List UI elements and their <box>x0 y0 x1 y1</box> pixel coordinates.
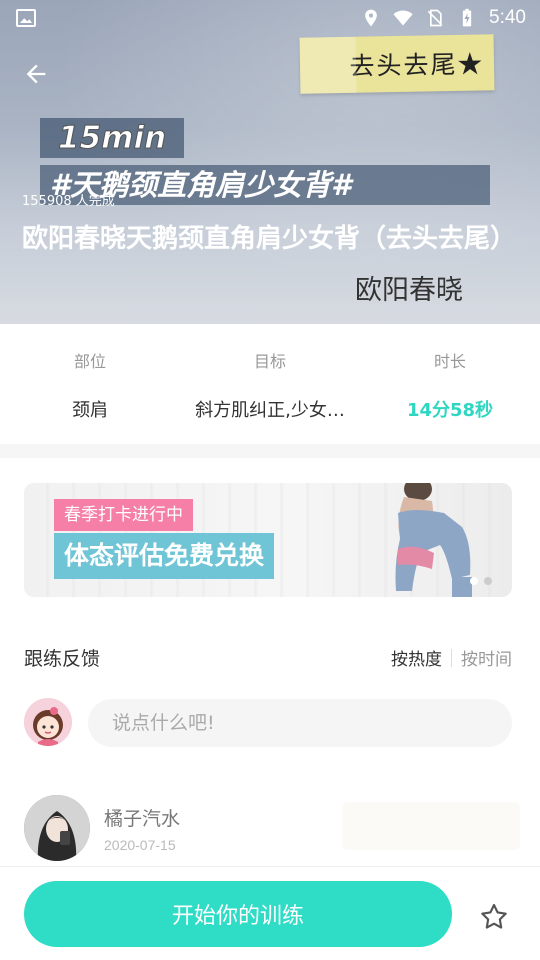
no-sim-icon <box>427 9 443 27</box>
favorite-button[interactable] <box>474 897 514 937</box>
info-label: 时长 <box>433 352 466 371</box>
info-value: 14分58秒 <box>406 400 494 421</box>
carousel-dot <box>470 577 478 585</box>
promo-tag-small: 春季打卡进行中 <box>54 499 193 531</box>
sticky-note-text: 去头去尾★ <box>349 49 485 81</box>
carousel-dot <box>484 577 492 585</box>
promo-banner[interactable]: 春季打卡进行中 体态评估免费兑换 <box>24 483 512 597</box>
promo-tag-large: 体态评估免费兑换 <box>54 533 275 579</box>
status-bar: 5:40 <box>0 0 540 36</box>
sort-by-hot-button[interactable]: 按热度 <box>391 645 442 670</box>
back-button[interactable] <box>14 56 58 92</box>
sort-toggle: 按热度 按时间 <box>391 645 512 670</box>
course-title: 欧阳春晓天鹅颈直角肩少女背（去头去尾） <box>22 224 517 254</box>
completed-count: 155908 人完成 <box>22 194 115 209</box>
comment-input[interactable] <box>88 699 512 747</box>
start-training-button[interactable]: 开始你的训练 <box>24 881 452 947</box>
info-value: 斜方肌纠正,少女… <box>195 400 345 421</box>
battery-charging-icon <box>462 8 472 27</box>
info-label: 目标 <box>253 352 286 371</box>
sort-divider <box>451 648 452 667</box>
wifi-icon <box>393 10 413 26</box>
course-cover: 5:40 去头去尾★ 15min #天鹅颈直角肩少女背# 155908 人完成 … <box>0 0 540 324</box>
bottom-action-bar: 开始你的训练 <box>0 866 540 960</box>
comment-media-placeholder <box>342 802 520 850</box>
author-signature: 欧阳春晓 <box>355 275 463 306</box>
sticky-note: 去头去尾★ <box>299 34 495 94</box>
commenter-avatar[interactable] <box>24 795 90 861</box>
commenter-name: 橘子汽水 <box>104 808 181 830</box>
info-value: 颈肩 <box>72 400 108 421</box>
course-info: 部位 颈肩 目标 斜方肌纠正,少女… 时长 14分58秒 <box>0 324 540 444</box>
duration-banner-text: 15min <box>57 120 167 157</box>
star-icon <box>481 903 507 929</box>
cartoon-girl-avatar-icon <box>24 698 72 746</box>
image-icon <box>16 9 36 27</box>
duration-banner: 15min <box>40 118 185 158</box>
my-avatar <box>24 698 72 746</box>
feedback-title: 跟练反馈 <box>24 648 101 670</box>
carousel-indicator <box>470 577 492 585</box>
info-label: 部位 <box>73 352 106 371</box>
user-photo-avatar-icon <box>24 795 90 861</box>
sort-by-time-button[interactable]: 按时间 <box>461 645 512 670</box>
comment-date: 2020-07-15 <box>104 837 176 853</box>
section-divider <box>0 444 540 458</box>
arrow-left-icon <box>26 64 46 84</box>
status-time: 5:40 <box>489 7 526 28</box>
location-icon <box>365 9 377 27</box>
